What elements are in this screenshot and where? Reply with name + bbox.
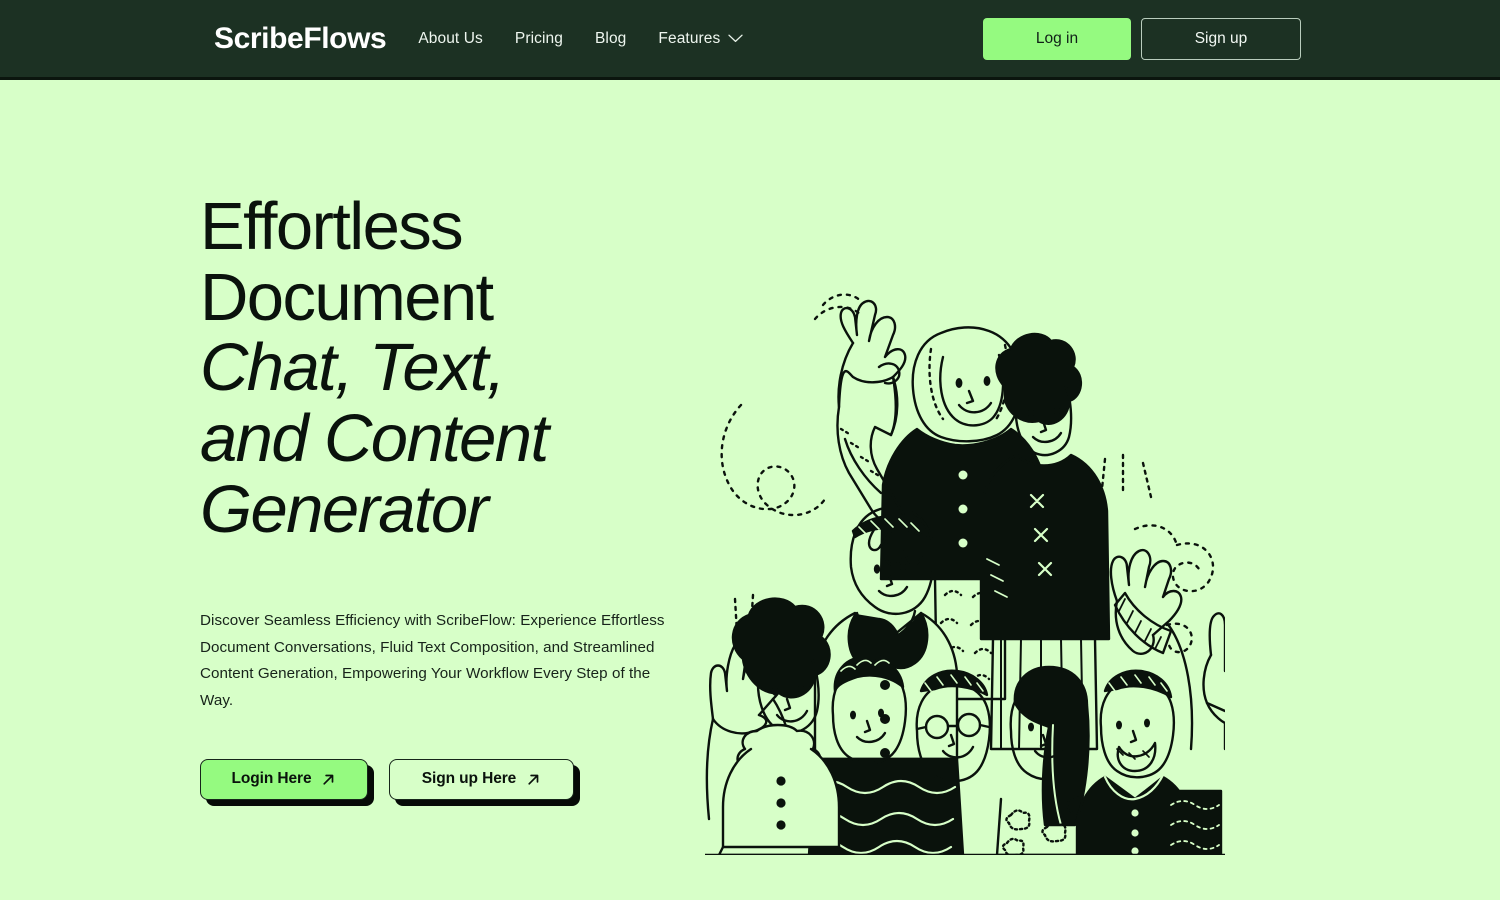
hero-content: Effortless Document Chat, Text, and Cont… [0, 189, 700, 900]
nav-label: Features [658, 29, 721, 47]
arrow-up-right-icon [321, 772, 336, 787]
header-actions: Log in Sign up [983, 17, 1301, 60]
hero-cta-group: Login Here Sign up Here [200, 758, 700, 800]
hero-description: Discover Seamless Efficiency with Scribe… [200, 612, 665, 709]
signup-here-button[interactable]: Sign up Here [389, 758, 574, 800]
main-navigation: About Us Pricing Blog Features [418, 29, 744, 48]
hero-section: Effortless Document Chat, Text, and Cont… [0, 80, 1500, 900]
nav-item-about-us[interactable]: About Us [418, 30, 483, 48]
nav-item-blog[interactable]: Blog [595, 30, 626, 48]
nav-label: Blog [594, 29, 627, 47]
hero-illustration-area [700, 192, 1500, 900]
site-header: ScribeFlows About Us Pricing Blog Featur… [0, 0, 1500, 80]
login-here-button[interactable]: Login Here [200, 758, 368, 800]
signup-here-label: Sign up Here [421, 770, 517, 788]
headline-italic-line-1: Chat, Text, [200, 330, 506, 406]
headline-line-1: Effortless [200, 189, 464, 264]
chevron-down-icon [728, 34, 744, 43]
log-in-button[interactable]: Log in [983, 17, 1131, 60]
headline-italic-line-2: and Content [200, 401, 549, 477]
crowd-of-people-raising-hands-illustration [705, 279, 1225, 855]
page-title: Effortless Document Chat, Text, and Cont… [200, 189, 700, 547]
headline-italic-line-3: Generator [200, 471, 489, 547]
arrow-up-right-icon [526, 772, 541, 787]
nav-item-pricing[interactable]: Pricing [515, 30, 563, 48]
logo[interactable]: ScribeFlows [214, 23, 387, 54]
nav-label: Pricing [514, 29, 563, 47]
nav-item-features[interactable]: Features [658, 29, 744, 48]
nav-label: About Us [418, 29, 483, 47]
login-here-label: Login Here [231, 770, 312, 788]
sign-up-button[interactable]: Sign up [1141, 17, 1301, 60]
headline-line-2: Document [200, 259, 494, 335]
